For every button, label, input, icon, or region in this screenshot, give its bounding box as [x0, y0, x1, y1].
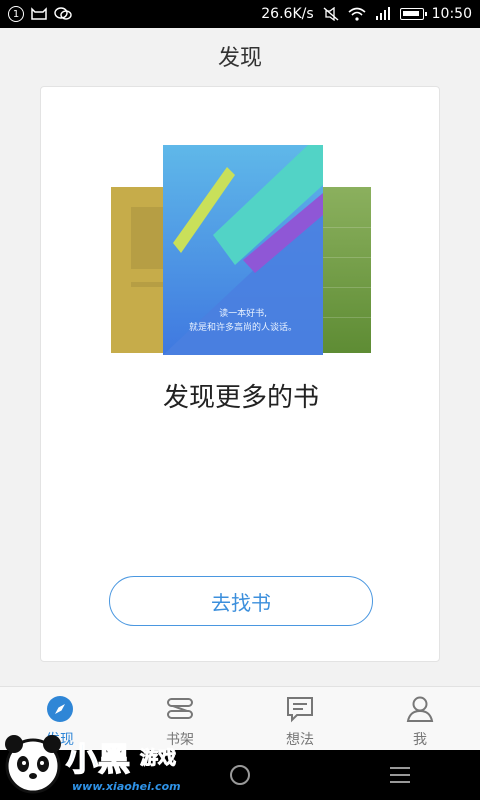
bookshelf-icon: [164, 693, 196, 725]
card-heading: 发现更多的书: [162, 383, 319, 413]
tab-me[interactable]: 我: [360, 687, 480, 750]
signal-icon: [375, 7, 390, 20]
book-cover-green: [319, 187, 371, 353]
notification-count-badge: 1: [8, 6, 24, 22]
tab-thoughts[interactable]: 想法: [240, 687, 360, 750]
book-tagline-line2: 就是和许多高尚的人谈话。: [188, 323, 297, 333]
find-books-button[interactable]: 去找书: [109, 576, 373, 626]
battery-icon: [399, 8, 427, 20]
compass-icon: [44, 693, 76, 725]
cat-icon: [31, 7, 47, 20]
network-speed: 26.6K/s: [261, 6, 314, 22]
tab-thoughts-label: 想法: [286, 732, 314, 748]
book-illustration: 读一本好书, 就是和许多高尚的人谈话。: [109, 145, 371, 355]
status-bar: 1 26.6K/s 10:50: [0, 0, 480, 28]
discover-card: 读一本好书, 就是和许多高尚的人谈话。 发现更多的书 去找书: [40, 86, 440, 662]
wechat-icon: [54, 7, 72, 20]
watermark-url: www.xiaohei.com: [72, 780, 181, 793]
comment-icon: [284, 693, 316, 725]
wifi-icon: [348, 7, 366, 21]
book-tagline-line1: 读一本好书,: [219, 309, 267, 319]
tab-me-label: 我: [413, 732, 427, 748]
book-cover-yellow: [111, 187, 171, 353]
watermark-logo: 小黑 游戏 www.xiaohei.com: [0, 728, 200, 800]
mute-icon: [323, 7, 339, 21]
watermark-brand: 小黑: [65, 739, 131, 779]
menu-button[interactable]: [390, 767, 410, 783]
book-cover-blue: 读一本好书, 就是和许多高尚的人谈话。: [163, 145, 323, 355]
home-button[interactable]: [230, 765, 250, 785]
watermark-brand-sub: 游戏: [140, 748, 177, 770]
clock: 10:50: [431, 6, 472, 22]
panda-icon: [5, 735, 61, 794]
person-icon: [404, 693, 436, 725]
page-title: 发现: [217, 46, 262, 71]
